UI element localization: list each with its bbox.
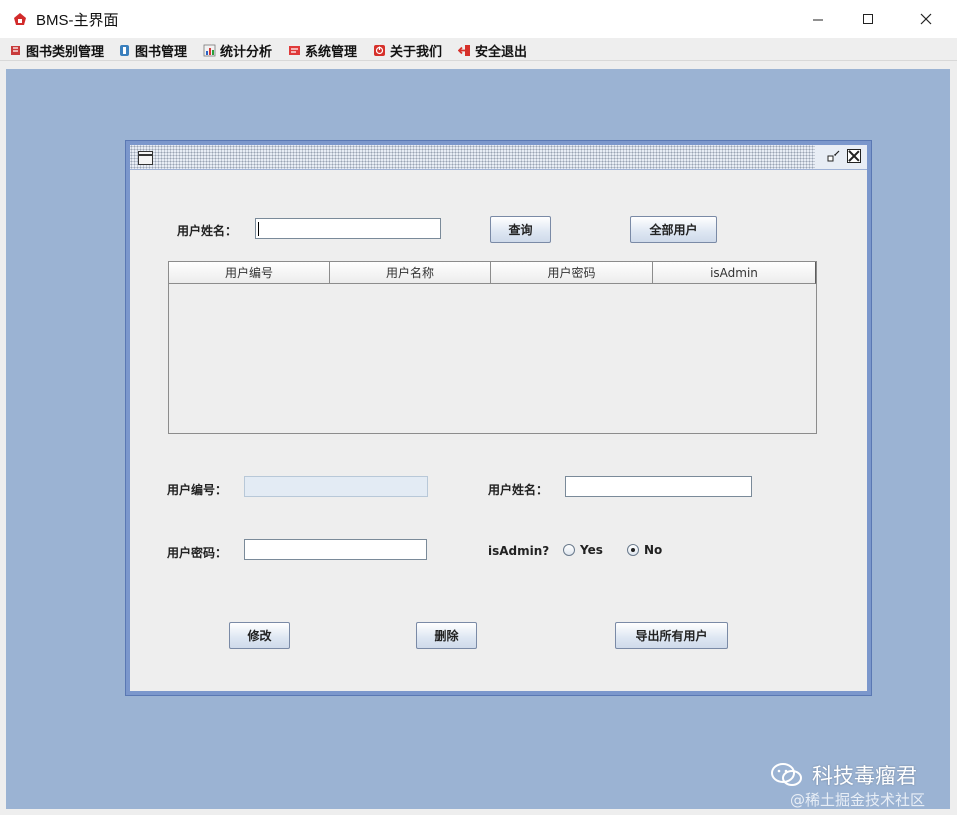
table-header: 用户编号 用户名称 用户密码 isAdmin <box>169 262 816 284</box>
radio-circle <box>563 544 575 556</box>
internal-frame-title-bar[interactable] <box>130 145 867 170</box>
menu-label: 系统管理 <box>305 44 358 60</box>
maximize-button[interactable] <box>840 0 896 38</box>
isadmin-no-radio[interactable]: No <box>627 543 662 557</box>
book-icon <box>120 44 129 56</box>
menu-label: 统计分析 <box>220 44 273 60</box>
isadmin-label: isAdmin? <box>488 544 550 558</box>
menu-statistics[interactable]: 统计分析 <box>203 40 272 60</box>
menu-label: 图书类别管理 <box>26 44 105 60</box>
exit-icon <box>458 44 470 56</box>
frame-controls <box>815 145 867 169</box>
column-header-user-password[interactable]: 用户密码 <box>491 262 653 284</box>
menu-label: 关于我们 <box>390 44 443 60</box>
user-id-label: 用户编号： <box>167 483 228 497</box>
all-users-button[interactable]: 全部用户 <box>630 216 717 243</box>
about-icon <box>374 44 385 56</box>
delete-button[interactable]: 删除 <box>416 622 477 649</box>
menu-bar: 图书类别管理 图书管理 统计分析 系统管理 关于我们 安全退出 <box>0 38 957 61</box>
menu-about[interactable]: 关于我们 <box>373 40 442 60</box>
maximize-icon <box>863 14 873 24</box>
minimize-button[interactable] <box>790 0 846 38</box>
column-header-user-id[interactable]: 用户编号 <box>169 262 330 284</box>
isadmin-yes-radio[interactable]: Yes <box>563 543 603 557</box>
user-password-label: 用户密码： <box>167 546 228 560</box>
frame-close-icon[interactable] <box>847 149 861 163</box>
book-category-icon <box>11 45 20 55</box>
menu-label: 图书管理 <box>135 44 188 60</box>
menu-label: 安全退出 <box>475 44 528 60</box>
search-name-input[interactable] <box>255 218 441 239</box>
app-logo-icon <box>14 13 26 25</box>
text-caret <box>258 222 259 236</box>
minimize-icon <box>813 19 823 21</box>
restore-icon[interactable] <box>827 149 841 163</box>
search-name-label: 用户姓名： <box>177 224 238 238</box>
user-name-field[interactable] <box>565 476 752 497</box>
menu-exit[interactable]: 安全退出 <box>458 40 527 60</box>
user-management-internal-frame: 用户姓名： 查询 全部用户 用户编号 用户名称 用户密码 isAdmin 用户编… <box>125 140 872 696</box>
column-header-user-name[interactable]: 用户名称 <box>330 262 491 284</box>
menu-system[interactable]: 系统管理 <box>288 40 357 60</box>
menu-book[interactable]: 图书管理 <box>118 40 187 60</box>
radio-label: Yes <box>580 543 603 557</box>
frame-menu-icon[interactable] <box>138 151 153 165</box>
column-header-isadmin[interactable]: isAdmin <box>653 262 816 284</box>
watermark-community: @稀土掘金技术社区 <box>790 791 926 809</box>
radio-circle-selected <box>627 544 639 556</box>
user-id-field <box>244 476 428 497</box>
window-title-bar: BMS-主界面 <box>0 0 957 38</box>
chart-icon <box>203 44 216 56</box>
watermark-brand-text: 科技毒瘤君 <box>812 764 917 788</box>
internal-frame-body: 用户姓名： 查询 全部用户 用户编号 用户名称 用户密码 isAdmin 用户编… <box>130 170 867 691</box>
radio-label: No <box>644 543 663 557</box>
query-button[interactable]: 查询 <box>490 216 551 243</box>
user-name-label: 用户姓名： <box>488 483 549 497</box>
menu-book-category[interactable]: 图书类别管理 <box>9 40 104 60</box>
users-table[interactable]: 用户编号 用户名称 用户密码 isAdmin <box>168 261 817 434</box>
watermark-brand: 科技毒瘤君 <box>770 760 917 790</box>
window-title: BMS-主界面 <box>36 12 119 29</box>
system-settings-icon <box>289 45 300 55</box>
wechat-icon <box>771 763 802 786</box>
frame-border-right <box>950 69 957 815</box>
user-password-field[interactable] <box>244 539 427 560</box>
close-window-button[interactable] <box>898 0 954 38</box>
frame-edge <box>0 61 957 69</box>
export-all-users-button[interactable]: 导出所有用户 <box>615 622 728 649</box>
modify-button[interactable]: 修改 <box>229 622 290 649</box>
close-icon <box>920 13 932 25</box>
